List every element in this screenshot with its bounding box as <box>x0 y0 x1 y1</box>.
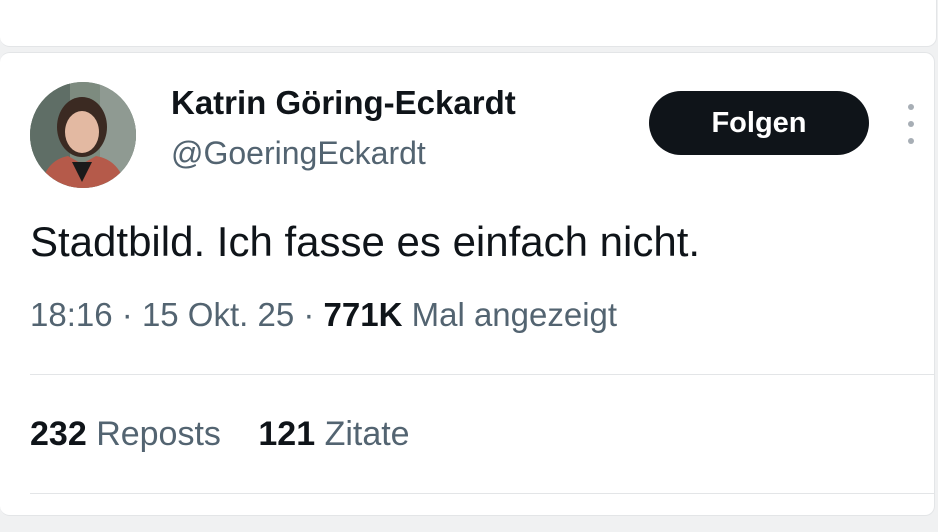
meta-separator: · <box>303 296 315 333</box>
tweet-date[interactable]: 15 Okt. 25 <box>142 296 294 333</box>
tweet-text: Stadtbild. Ich fasse es einfach nicht. <box>30 218 701 265</box>
follow-button[interactable]: Folgen <box>649 91 869 155</box>
divider <box>30 374 934 375</box>
reposts-count: 232 <box>30 415 87 453</box>
views-label: Mal angezeigt <box>411 296 618 333</box>
previous-post-card <box>0 0 937 47</box>
more-dot <box>908 138 914 144</box>
more-vertical-icon[interactable] <box>902 104 920 144</box>
page: Katrin Göring-Eckardt @GoeringEckardt Fo… <box>0 0 938 532</box>
quotes-count: 121 <box>258 415 316 453</box>
meta-separator: · <box>121 296 133 333</box>
views-count: 771K <box>323 296 403 333</box>
more-dot <box>908 104 914 110</box>
more-dot <box>908 121 914 127</box>
avatar-image <box>30 82 136 188</box>
user-handle[interactable]: @GoeringEckardt <box>171 135 426 172</box>
quotes-label: Zitate <box>324 415 410 453</box>
tweet-stats: 232 Reposts 121 Zitate <box>30 415 410 454</box>
avatar[interactable] <box>30 82 136 188</box>
reposts-stat[interactable]: 232 Reposts <box>30 415 221 453</box>
tweet-meta: 18:16 · 15 Okt. 25 · 771K Mal angezeigt <box>30 296 617 334</box>
tweet-time[interactable]: 18:16 <box>30 296 113 333</box>
divider <box>30 493 934 494</box>
reposts-label: Reposts <box>96 415 221 453</box>
display-name[interactable]: Katrin Göring-Eckardt <box>171 84 516 122</box>
quotes-stat[interactable]: 121 Zitate <box>258 415 409 453</box>
